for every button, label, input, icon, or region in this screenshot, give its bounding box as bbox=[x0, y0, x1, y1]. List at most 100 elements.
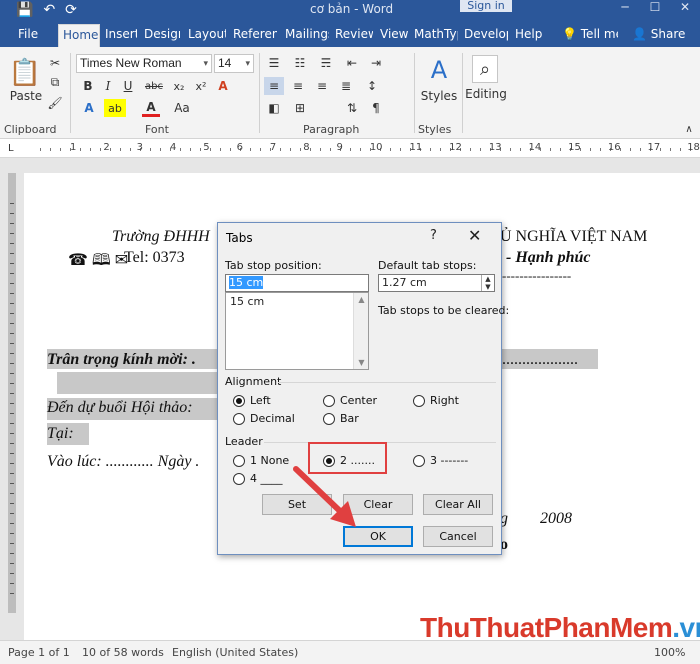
leader-none-radio[interactable]: 1 None bbox=[233, 454, 289, 467]
doc-line-nation[interactable]: Ủ NGHĨA VIỆT NAM bbox=[500, 228, 647, 246]
list-scrollbar[interactable]: ▲ ▼ bbox=[353, 293, 368, 369]
subscript-button[interactable]: x₂ bbox=[170, 77, 188, 95]
ruler-number: 2 bbox=[103, 142, 110, 153]
maximize-icon[interactable]: ☐ bbox=[640, 0, 670, 14]
doc-line-invite[interactable]: Trân trọng kính mời: . bbox=[47, 351, 196, 369]
tab-review[interactable]: Review bbox=[331, 24, 373, 47]
doc-line-school[interactable]: Trường ĐHHH bbox=[112, 228, 210, 246]
justify-icon[interactable]: ≣ bbox=[336, 77, 356, 95]
page-count[interactable]: Page 1 of 1 bbox=[8, 646, 70, 659]
bold-button[interactable]: B bbox=[80, 77, 96, 95]
share-label: Share bbox=[650, 27, 686, 41]
clear-all-button[interactable]: Clear All bbox=[423, 494, 493, 515]
redo-icon[interactable]: ⟳ bbox=[65, 2, 77, 18]
clear-formatting-button[interactable]: A bbox=[214, 77, 232, 95]
scroll-down-icon[interactable]: ▼ bbox=[354, 358, 369, 367]
strikethrough-button[interactable]: abc bbox=[142, 77, 166, 95]
tab-layout[interactable]: Layout bbox=[184, 24, 226, 47]
tab-stop-position-input[interactable]: 15 cm bbox=[225, 274, 369, 292]
cut-icon[interactable]: ✂ bbox=[46, 55, 64, 71]
share-button[interactable]: 👤 Share bbox=[628, 24, 688, 47]
paste-button[interactable]: Paste bbox=[6, 89, 46, 103]
editing-button[interactable]: Editing bbox=[465, 87, 507, 101]
tell-me-box[interactable]: 💡 Tell me bbox=[558, 24, 618, 47]
sort-icon[interactable]: ⇅ bbox=[342, 99, 362, 117]
close-icon[interactable]: ✕ bbox=[468, 226, 481, 245]
default-tab-stops-input[interactable]: 1.27 cm ▲ ▼ bbox=[378, 274, 495, 292]
align-right-icon[interactable]: ≡ bbox=[312, 77, 332, 95]
radio-dot bbox=[413, 454, 425, 467]
separator bbox=[462, 53, 463, 133]
tab-home[interactable]: Home bbox=[58, 24, 100, 47]
word-count[interactable]: 10 of 58 words bbox=[82, 646, 164, 659]
spin-buttons[interactable]: ▲ ▼ bbox=[481, 275, 494, 291]
tab-developer[interactable]: Developer bbox=[460, 24, 508, 47]
numbering-icon[interactable]: ☷ bbox=[290, 55, 310, 71]
undo-icon[interactable]: ↶ bbox=[43, 2, 55, 18]
doc-line-time[interactable]: Vào lúc: ............ Ngày . bbox=[47, 453, 199, 471]
language[interactable]: English (United States) bbox=[172, 646, 298, 659]
underline-button[interactable]: U bbox=[120, 77, 136, 95]
align-left-radio[interactable]: Left bbox=[233, 394, 271, 407]
help-button[interactable]: ? bbox=[430, 228, 437, 243]
doc-line-tel[interactable]: Tel: 0373 bbox=[124, 249, 185, 267]
doc-line-event[interactable]: Đến dự buổi Hội thảo: bbox=[47, 399, 193, 417]
italic-button[interactable]: I bbox=[100, 77, 116, 95]
styles-icon[interactable]: A bbox=[424, 53, 454, 87]
tab-mathtype[interactable]: MathType bbox=[410, 24, 458, 47]
font-size-combo[interactable]: 14 ▾ bbox=[214, 54, 254, 73]
horizontal-ruler[interactable]: L 1 2 3 4 5 6 7 8 9 10 11 12 13 14 15 16… bbox=[0, 140, 700, 158]
scroll-up-icon[interactable]: ▲ bbox=[354, 295, 369, 304]
doc-line-motto[interactable]: - Hạnh phúc bbox=[506, 249, 590, 267]
borders-icon[interactable]: ⊞ bbox=[290, 99, 310, 117]
tab-insert[interactable]: Insert bbox=[101, 24, 137, 47]
align-center-icon[interactable]: ≡ bbox=[288, 77, 308, 95]
tab-mailings[interactable]: Mailings bbox=[281, 24, 329, 47]
change-case-button[interactable]: Aa bbox=[170, 99, 194, 117]
clipboard-icon[interactable]: 📋 bbox=[9, 55, 41, 91]
leader-underline-radio[interactable]: 4 ____ bbox=[233, 472, 283, 485]
cancel-button[interactable]: Cancel bbox=[423, 526, 493, 547]
highlight-button[interactable]: ab bbox=[104, 99, 126, 117]
minimize-icon[interactable]: ─ bbox=[610, 0, 640, 14]
align-decimal-radio[interactable]: Decimal bbox=[233, 412, 295, 425]
radio-dot bbox=[323, 394, 335, 407]
multilevel-list-icon[interactable]: ☴ bbox=[316, 55, 336, 71]
align-right-radio[interactable]: Right bbox=[413, 394, 459, 407]
find-icon[interactable]: ⌕ bbox=[472, 55, 498, 83]
format-painter-icon[interactable]: 🖌 bbox=[46, 95, 64, 111]
align-left-icon[interactable]: ≡ bbox=[264, 77, 284, 95]
tab-view[interactable]: View bbox=[376, 24, 408, 47]
tab-references[interactable]: References bbox=[229, 24, 277, 47]
text-effects-button[interactable]: A bbox=[80, 99, 98, 117]
decrease-indent-icon[interactable]: ⇤ bbox=[342, 55, 362, 71]
tab-selector[interactable]: L bbox=[8, 143, 14, 154]
save-icon[interactable]: 💾 bbox=[16, 2, 33, 18]
tab-stop-list[interactable]: 15 cm ▲ ▼ bbox=[225, 292, 369, 370]
tab-design[interactable]: Design bbox=[140, 24, 180, 47]
align-bar-radio[interactable]: Bar bbox=[323, 412, 359, 425]
leader-dashes-radio[interactable]: 3 ------- bbox=[413, 454, 468, 467]
align-center-radio[interactable]: Center bbox=[323, 394, 377, 407]
font-color-button[interactable]: A bbox=[142, 99, 160, 117]
increase-indent-icon[interactable]: ⇥ bbox=[366, 55, 386, 71]
copy-icon[interactable]: ⧉ bbox=[46, 74, 64, 90]
list-item[interactable]: 15 cm bbox=[226, 293, 368, 310]
bullets-icon[interactable]: ☰ bbox=[264, 55, 284, 71]
tab-help[interactable]: Help bbox=[511, 24, 543, 47]
ruler-number: 4 bbox=[169, 142, 177, 153]
sign-in-button[interactable]: Sign in bbox=[460, 0, 512, 12]
close-window-icon[interactable]: ✕ bbox=[670, 0, 700, 14]
show-formatting-button[interactable]: ¶ bbox=[366, 99, 386, 117]
font-name-combo[interactable]: Times New Roman ▾ bbox=[76, 54, 212, 73]
line-spacing-icon[interactable]: ↕ bbox=[360, 77, 384, 95]
styles-button[interactable]: Styles bbox=[420, 89, 458, 103]
vertical-ruler[interactable] bbox=[8, 173, 16, 613]
default-tab-stops-value: 1.27 cm bbox=[382, 276, 427, 289]
superscript-button[interactable]: x² bbox=[192, 77, 210, 95]
tab-file[interactable]: File bbox=[14, 24, 44, 47]
collapse-ribbon-icon[interactable]: ∧ bbox=[682, 123, 696, 135]
shading-icon[interactable]: ◧ bbox=[264, 99, 284, 117]
zoom-level[interactable]: 100% bbox=[654, 646, 685, 659]
doc-line-place[interactable]: Tại: bbox=[47, 425, 74, 443]
